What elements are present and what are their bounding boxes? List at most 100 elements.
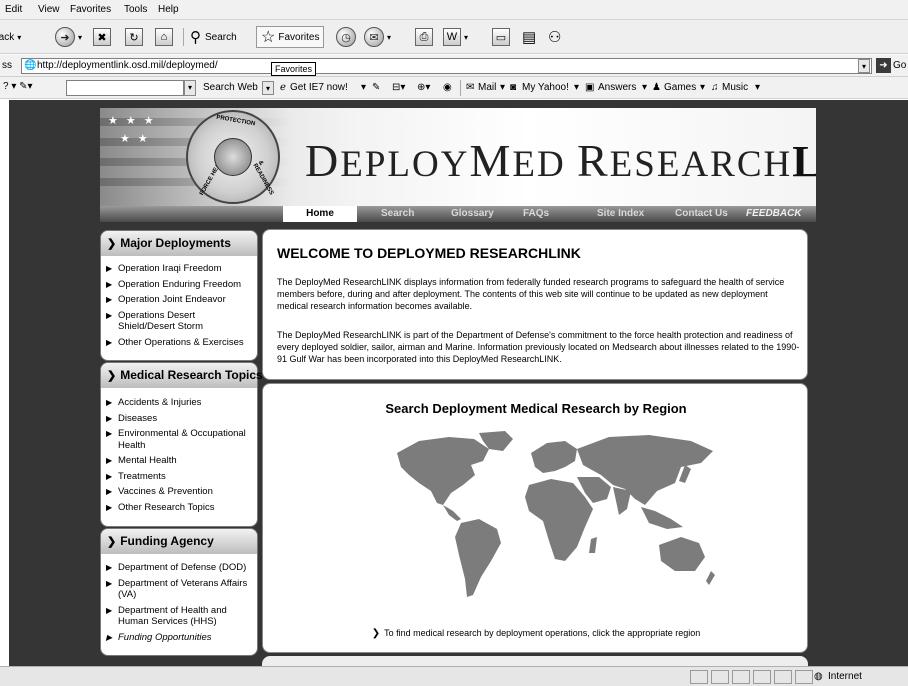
favorites-button[interactable]: ☆ Favorites [256, 26, 325, 48]
internet-zone-label: Internet [828, 671, 862, 682]
sidebar-item-funding-opportunities[interactable]: Funding Opportunities [101, 629, 257, 645]
status-cell [711, 670, 729, 684]
nav-feedback[interactable]: FEEDBACK [746, 208, 802, 219]
status-cell [795, 670, 813, 684]
home-button[interactable]: ⌂ [155, 26, 173, 48]
welcome-paragraph-1: The DeployMed ResearchLINK displays info… [277, 277, 785, 311]
nav-search[interactable]: Search [381, 208, 414, 219]
research-icon: ▤ [522, 29, 537, 46]
search-dropdown-icon[interactable]: ▾ [184, 80, 196, 96]
major-deployments-box: ❯Major Deployments Operation Iraqi Freed… [100, 230, 258, 361]
back-button[interactable]: Back ▾ [0, 26, 24, 48]
music-link[interactable]: Music [722, 82, 748, 93]
region-north-america[interactable] [397, 437, 489, 505]
region-new-zealand[interactable] [706, 571, 715, 585]
address-dropdown-icon[interactable]: ▾ [858, 59, 870, 73]
research-button[interactable]: ▤ [522, 26, 536, 48]
nav-home[interactable]: Home [283, 206, 357, 222]
sidebar-item-accidents[interactable]: Accidents & Injuries [101, 394, 257, 410]
my-yahoo-dropdown-icon[interactable]: ▾ [574, 82, 579, 93]
menu-help[interactable]: Help [158, 4, 179, 15]
layout-icon[interactable]: ⊟▾ [392, 82, 405, 93]
answers-dropdown-icon[interactable]: ▾ [642, 82, 647, 93]
sidebar-item-dod[interactable]: Department of Defense (DOD) [101, 559, 257, 575]
search-button[interactable]: ⚲ Search [190, 26, 237, 48]
sidebar-item-diseases[interactable]: Diseases [101, 410, 257, 426]
shield-icon[interactable]: ◉ [443, 82, 452, 93]
games-link[interactable]: Games [664, 82, 696, 93]
music-dropdown-icon[interactable]: ▾ [755, 82, 760, 93]
history-button[interactable]: ◷ [336, 26, 356, 48]
mail-link-dropdown-icon[interactable]: ▾ [500, 82, 505, 93]
sidebar-item-environmental[interactable]: Environmental & Occupational Health [101, 425, 257, 452]
messenger-button[interactable]: ⚇ [548, 26, 561, 48]
sidebar-item-vaccines[interactable]: Vaccines & Prevention [101, 483, 257, 499]
sidebar-item-other-research[interactable]: Other Research Topics [101, 499, 257, 515]
region-japan[interactable] [679, 465, 691, 483]
answers-link[interactable]: Answers [598, 82, 636, 93]
sidebar-item-hhs[interactable]: Department of Health and Human Services … [101, 602, 257, 629]
edit-button[interactable]: W ▾ [443, 26, 468, 48]
region-south-asia[interactable] [613, 487, 631, 515]
print-button[interactable]: ⎙ [415, 26, 433, 48]
status-cell [732, 670, 750, 684]
forward-button[interactable]: ➜ ▾ [55, 26, 82, 48]
discuss-button[interactable]: ▭ [492, 26, 510, 48]
sidebar-item-other-operations[interactable]: Other Operations & Exercises [101, 334, 257, 350]
go-button[interactable]: Go [893, 60, 906, 71]
sidebar-item-va[interactable]: Department of Veterans Affairs (VA) [101, 575, 257, 602]
sidebar-item-iraqi-freedom[interactable]: Operation Iraqi Freedom [101, 260, 257, 276]
messenger-icon: ⚇ [548, 29, 562, 46]
caduceus-icon [214, 138, 252, 176]
sidebar-item-treatments[interactable]: Treatments [101, 468, 257, 484]
sidebar-item-desert-storm[interactable]: Operations Desert Shield/Desert Storm [101, 307, 257, 334]
search-web-dropdown-icon[interactable]: ▾ [262, 81, 274, 95]
menu-bar: Edit View Favorites Tools Help [0, 0, 908, 20]
globe-icon[interactable]: ⊕▾ [417, 82, 430, 93]
region-madagascar[interactable] [589, 537, 597, 553]
menu-favorites[interactable]: Favorites [70, 4, 111, 15]
address-field[interactable]: 🌐 http://deploymentlink.osd.mil/deployme… [21, 58, 872, 74]
region-southeast-asia[interactable] [641, 507, 683, 529]
region-africa[interactable] [525, 479, 593, 561]
status-cell [774, 670, 792, 684]
get-ie7-link[interactable]: Get IE7 now! [290, 82, 348, 93]
medical-topics-box: ❯Medical Research Topics Accidents & Inj… [100, 362, 263, 527]
major-deployments-heading: ❯ Major Deployments [101, 231, 257, 256]
my-yahoo-link[interactable]: My Yahoo! [522, 82, 569, 93]
edit-dropdown-icon[interactable]: ▾ [464, 33, 468, 42]
pencil-icon[interactable]: ✎ [372, 82, 380, 93]
mail-tool-icon: ✉ [364, 27, 384, 47]
sidebar-item-joint-endeavor[interactable]: Operation Joint Endeavor [101, 291, 257, 307]
region-australia[interactable] [659, 537, 705, 571]
games-dropdown-icon[interactable]: ▾ [700, 82, 705, 93]
search-web-button[interactable]: Search Web [203, 82, 258, 93]
mail-button[interactable]: ✉ ▾ [364, 26, 391, 48]
menu-tools[interactable]: Tools [124, 4, 147, 15]
sidebar-item-enduring-freedom[interactable]: Operation Enduring Freedom [101, 276, 257, 292]
region-south-america[interactable] [455, 519, 501, 597]
region-europe[interactable] [531, 441, 577, 473]
nav-glossary[interactable]: Glossary [451, 208, 494, 219]
forward-dropdown-icon[interactable]: ▾ [78, 33, 82, 42]
nav-contact-us[interactable]: Contact Us [675, 208, 728, 219]
ie7-dropdown-icon[interactable]: ▾ [361, 82, 366, 93]
refresh-button[interactable]: ↻ [125, 26, 143, 48]
mail-dropdown-icon[interactable]: ▾ [387, 33, 391, 42]
nav-site-index[interactable]: Site Index [597, 208, 644, 219]
forward-icon: ➜ [55, 27, 75, 47]
menu-edit[interactable]: Edit [5, 4, 22, 15]
region-title: Search Deployment Medical Research by Re… [385, 401, 687, 416]
menu-view[interactable]: View [38, 4, 60, 15]
region-central-america[interactable] [443, 505, 461, 521]
yahoo-search-input[interactable] [66, 80, 184, 96]
nav-faqs[interactable]: FAQs [523, 208, 549, 219]
toolbar-menu-icon[interactable]: ? ▾ ✎▾ [3, 81, 33, 92]
links-toolbar: ? ▾ ✎▾ ▾ Search Web ▾ ℯ Get IE7 now! ▾ ✎… [0, 77, 908, 99]
go-arrow-icon[interactable]: ➜ [876, 58, 891, 73]
stop-button[interactable]: ✖ [93, 26, 111, 48]
back-dropdown-icon[interactable]: ▾ [17, 33, 21, 42]
sidebar-item-mental-health[interactable]: Mental Health [101, 452, 257, 468]
mail-link[interactable]: Mail [478, 82, 496, 93]
welcome-heading: WELCOME TO DEPLOYMED RESEARCHLINK [277, 245, 581, 261]
